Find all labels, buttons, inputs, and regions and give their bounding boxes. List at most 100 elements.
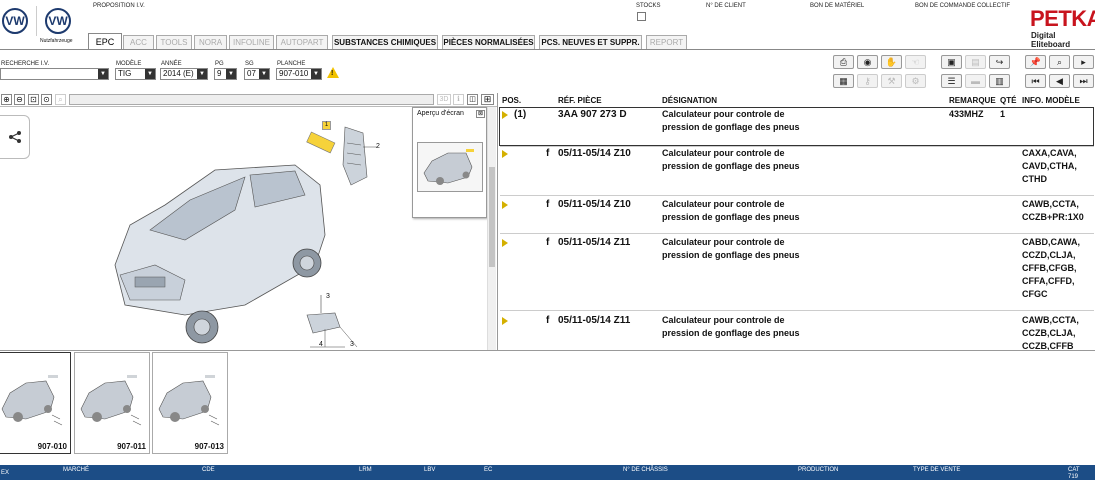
pin-icon[interactable]: 📌 (1025, 55, 1046, 69)
col-qte[interactable]: QTÉ (1000, 96, 1016, 105)
row0-rem[interactable]: 433MHZ (949, 108, 984, 121)
vertical-scrollbar[interactable] (487, 107, 496, 351)
row2-info[interactable]: CAWB,CCTA, CCZB+PR:1X0 (1022, 198, 1084, 224)
thumbnail-907-013[interactable]: 907-013 (152, 352, 228, 454)
zoom-out-icon[interactable]: ⊖ (14, 94, 25, 105)
prev-icon[interactable]: ◀ (1049, 74, 1070, 88)
magnifier-icon[interactable]: ⌕ (55, 94, 66, 105)
row0-ref[interactable]: 3AA 907 273 D (558, 108, 627, 121)
sg-label: SG (245, 61, 254, 67)
next-icon[interactable]: ▸ (1073, 55, 1094, 69)
first-icon[interactable]: ⏮ (1025, 74, 1046, 88)
row2-des[interactable]: Calculateur pour controle de pression de… (662, 198, 800, 224)
tab-substances[interactable]: SUBSTANCES CHIMIQUES (332, 35, 438, 49)
petka-subtitle: Digital Eliteboard (1031, 31, 1071, 49)
zoom-fit-icon[interactable]: ⊡ (28, 94, 39, 105)
row1-des[interactable]: Calculateur pour controle de pression de… (662, 147, 800, 173)
row0-qte[interactable]: 1 (1000, 108, 1005, 121)
preview-popup[interactable]: Aperçu d'écran ⊠ (412, 107, 487, 218)
close-icon[interactable]: ⊠ (476, 110, 485, 118)
search-icon[interactable]: ⌕ (1049, 55, 1070, 69)
callout-4[interactable]: 4 (319, 341, 323, 348)
key-icon[interactable]: ⚷ (857, 74, 878, 88)
tab-nora[interactable]: NORA (194, 35, 227, 49)
sg-select[interactable]: 07 ▼ (244, 68, 270, 80)
row4-ref[interactable]: 05/11-05/14 Z11 (558, 314, 630, 327)
hands-icon[interactable]: ☜ (905, 55, 926, 69)
planche-select[interactable]: 907-010 ▼ (276, 68, 322, 80)
row3-ref[interactable]: 05/11-05/14 Z11 (558, 236, 630, 249)
row-marker-icon (502, 150, 508, 158)
stocks-label: STOCKS (636, 3, 661, 9)
stamp-icon[interactable]: ◉ (857, 55, 878, 69)
status-bar: EX MARCHÉ CDE LRM LBV EC N° DE CHÂSSIS P… (0, 465, 1095, 480)
elsa-icon[interactable]: ▣ (941, 55, 962, 69)
col-remarque[interactable]: REMARQUE (949, 96, 996, 105)
tab-tools[interactable]: TOOLS (156, 35, 192, 49)
callout-1[interactable]: 1 (322, 121, 331, 130)
row4-des[interactable]: Calculateur pour controle de pression de… (662, 314, 800, 340)
row3-pos[interactable]: f (546, 236, 549, 249)
pg-select[interactable]: 9 ▼ (214, 68, 237, 80)
col-designation[interactable]: DÉSIGNATION (662, 96, 717, 105)
materiel-label: BON DE MATÉRIEL (810, 3, 865, 9)
image-toolbar-field (69, 94, 434, 105)
scrollbar-thumb[interactable] (489, 167, 495, 267)
callout-3b[interactable]: 3 (350, 341, 354, 348)
col-pos[interactable]: POS. (502, 96, 521, 105)
col-ref[interactable]: RÉF. PIÈCE (558, 96, 602, 105)
minus-icon[interactable]: ▬ (965, 74, 986, 88)
forward-icon[interactable]: ↪ (989, 55, 1010, 69)
modele-select[interactable]: TIG ▼ (115, 68, 156, 80)
thumbnail-label: 907-011 (117, 442, 146, 451)
row1-pos[interactable]: f (546, 147, 549, 160)
tab-normalisees[interactable]: PIÈCES NORMALISÉES (442, 35, 535, 49)
row3-des[interactable]: Calculateur pour controle de pression de… (662, 236, 800, 262)
preview-image[interactable] (417, 142, 483, 192)
zoom-in-icon[interactable]: ⊕ (1, 94, 12, 105)
keyboard-icon[interactable]: ▦ (833, 74, 854, 88)
row2-pos[interactable]: f (546, 198, 549, 211)
handshake-icon[interactable]: ✋ (881, 55, 902, 69)
last-icon[interactable]: ⏭ (1073, 74, 1094, 88)
wrench-icon[interactable]: ⚙ (905, 74, 926, 88)
stocks-checkbox[interactable] (637, 12, 646, 21)
callout-2[interactable]: 2 (376, 143, 380, 150)
callout-3[interactable]: 3 (326, 293, 330, 300)
status-type-vente: TYPE DE VENTE (913, 467, 961, 473)
calendar-icon[interactable]: ▥ (989, 74, 1010, 88)
expand-icon[interactable]: ⊞ (481, 94, 494, 105)
proposition-label: PROPOSITION I.V. (93, 3, 145, 9)
info-icon[interactable]: ℹ (453, 94, 464, 105)
print-icon[interactable]: ⎙ (833, 55, 854, 69)
share-button[interactable] (0, 115, 30, 159)
mode-3d-button[interactable]: 3D (437, 94, 451, 105)
tab-neuves[interactable]: PCS. NEUVES ET SUPPR. (539, 35, 642, 49)
annee-select[interactable]: 2014 (E) ▼ (160, 68, 208, 80)
row3-info[interactable]: CABD,CAWA, CCZD,CLJA, CFFB,CFGB, CFFA,CF… (1022, 236, 1080, 301)
row1-info[interactable]: CAXA,CAVA, CAVD,CTHA, CTHD (1022, 147, 1077, 186)
document-icon[interactable]: ▤ (965, 55, 986, 69)
annee-value: 2014 (E) (163, 69, 194, 78)
row2-ref[interactable]: 05/11-05/14 Z10 (558, 198, 631, 211)
list-icon[interactable]: ☰ (941, 74, 962, 88)
tab-epc[interactable]: EPC (88, 33, 122, 49)
row4-pos[interactable]: f (546, 314, 549, 327)
row0-pos[interactable]: (1) (514, 108, 526, 121)
col-info[interactable]: INFO. MODÈLE (1022, 96, 1080, 105)
thumbnail-907-011[interactable]: 907-011 (74, 352, 150, 454)
zoom-reset-icon[interactable]: ⊙ (41, 94, 52, 105)
row1-ref[interactable]: 05/11-05/14 Z10 (558, 147, 631, 160)
tab-acc[interactable]: ACC (123, 35, 154, 49)
tab-autopart[interactable]: AUTOPART (276, 35, 328, 49)
tab-infoline[interactable]: INFOLINE (229, 35, 274, 49)
thumbnail-907-010[interactable]: 907-010 (0, 352, 71, 454)
row0-des[interactable]: Calculateur pour controle de pression de… (662, 108, 800, 134)
tools-icon[interactable]: ⚒ (881, 74, 902, 88)
row4-info[interactable]: CAWB,CCTA, CCZB,CLJA, CCZB,CFFB (1022, 314, 1079, 350)
recherche-select[interactable]: ▼ (0, 68, 109, 80)
status-ec: EC (484, 467, 493, 473)
layout-icon[interactable]: ◫ (467, 94, 478, 105)
tab-report[interactable]: REPORT (646, 35, 687, 49)
exploded-view-panel[interactable]: 1 2 3 4 3 Aperçu d'écran ⊠ (0, 106, 497, 351)
